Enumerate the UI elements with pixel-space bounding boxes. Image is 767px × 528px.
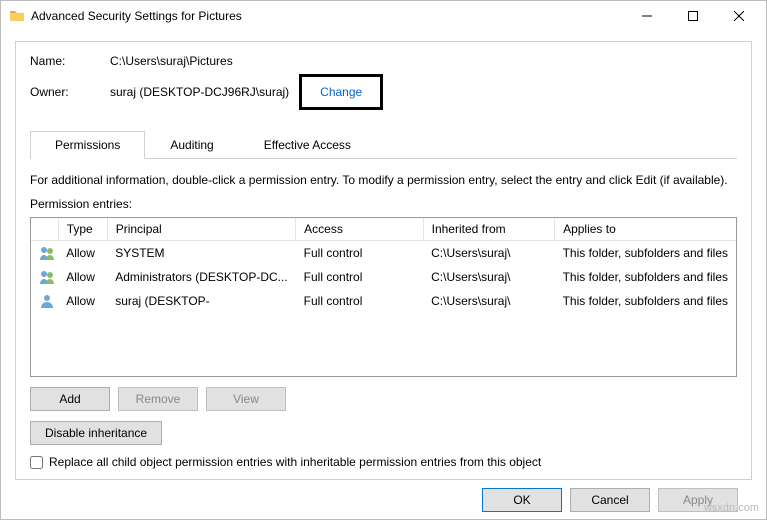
cell-access: Full control <box>296 289 423 313</box>
col-access[interactable]: Access <box>296 218 423 241</box>
name-value: C:\Users\suraj\Pictures <box>110 54 233 68</box>
group-icon <box>31 265 58 289</box>
cell-access: Full control <box>296 241 423 266</box>
table-buttons: Add Remove View <box>30 387 737 411</box>
col-type[interactable]: Type <box>58 218 107 241</box>
cell-inherited: C:\Users\suraj\ <box>423 289 554 313</box>
user-icon <box>31 289 58 313</box>
tab-effective-access[interactable]: Effective Access <box>239 131 376 159</box>
change-highlight: Change <box>299 74 383 110</box>
ok-button[interactable]: OK <box>482 488 562 512</box>
close-button[interactable] <box>716 1 762 31</box>
cell-type: Allow <box>58 265 107 289</box>
replace-checkbox-row[interactable]: Replace all child object permission entr… <box>30 455 737 469</box>
tab-auditing[interactable]: Auditing <box>145 131 238 159</box>
col-icon[interactable] <box>31 218 58 241</box>
col-principal[interactable]: Principal <box>107 218 295 241</box>
owner-label: Owner: <box>30 85 110 99</box>
remove-button: Remove <box>118 387 198 411</box>
cell-principal: Administrators (DESKTOP-DC... <box>107 265 295 289</box>
table-header-row: Type Principal Access Inherited from App… <box>31 218 736 241</box>
col-inherited[interactable]: Inherited from <box>423 218 554 241</box>
name-row: Name: C:\Users\suraj\Pictures <box>30 54 737 68</box>
cell-inherited: C:\Users\suraj\ <box>423 265 554 289</box>
change-link[interactable]: Change <box>320 85 362 99</box>
cell-applies: This folder, subfolders and files <box>555 241 736 266</box>
cell-type: Allow <box>58 241 107 266</box>
permission-table[interactable]: Type Principal Access Inherited from App… <box>30 217 737 377</box>
table-row[interactable]: Allowsuraj (DESKTOP-Full controlC:\Users… <box>31 289 736 313</box>
cancel-button[interactable]: Cancel <box>570 488 650 512</box>
minimize-button[interactable] <box>624 1 670 31</box>
footer-buttons: OK Cancel Apply <box>15 480 752 520</box>
cell-applies: This folder, subfolders and files <box>555 265 736 289</box>
tab-permissions[interactable]: Permissions <box>30 131 145 159</box>
name-label: Name: <box>30 54 110 68</box>
maximize-button[interactable] <box>670 1 716 31</box>
watermark: wsxdn.com <box>704 502 759 514</box>
tab-strip: Permissions Auditing Effective Access <box>30 130 737 159</box>
cell-applies: This folder, subfolders and files <box>555 289 736 313</box>
window-title: Advanced Security Settings for Pictures <box>31 9 624 23</box>
group-icon <box>31 241 58 266</box>
cell-type: Allow <box>58 289 107 313</box>
replace-checkbox-label: Replace all child object permission entr… <box>49 455 541 469</box>
disable-inheritance-button[interactable]: Disable inheritance <box>30 421 162 445</box>
owner-row: Owner: suraj (DESKTOP-DCJ96RJ\suraj) Cha… <box>30 74 737 110</box>
info-text: For additional information, double-click… <box>30 173 737 187</box>
col-applies[interactable]: Applies to <box>555 218 736 241</box>
entries-label: Permission entries: <box>30 197 737 211</box>
titlebar: Advanced Security Settings for Pictures <box>1 1 766 31</box>
content-area: Name: C:\Users\suraj\Pictures Owner: sur… <box>1 31 766 528</box>
cell-principal: SYSTEM <box>107 241 295 266</box>
table-row[interactable]: AllowSYSTEMFull controlC:\Users\suraj\Th… <box>31 241 736 266</box>
replace-checkbox[interactable] <box>30 456 43 469</box>
table-row[interactable]: AllowAdministrators (DESKTOP-DC...Full c… <box>31 265 736 289</box>
view-button: View <box>206 387 286 411</box>
disable-inheritance-row: Disable inheritance <box>30 421 737 445</box>
cell-inherited: C:\Users\suraj\ <box>423 241 554 266</box>
inner-panel: Name: C:\Users\suraj\Pictures Owner: sur… <box>15 41 752 480</box>
folder-icon <box>9 8 25 24</box>
cell-principal: suraj (DESKTOP- <box>107 289 295 313</box>
dialog-window: Advanced Security Settings for Pictures … <box>0 0 767 520</box>
cell-access: Full control <box>296 265 423 289</box>
add-button[interactable]: Add <box>30 387 110 411</box>
owner-value: suraj (DESKTOP-DCJ96RJ\suraj) <box>110 85 289 99</box>
